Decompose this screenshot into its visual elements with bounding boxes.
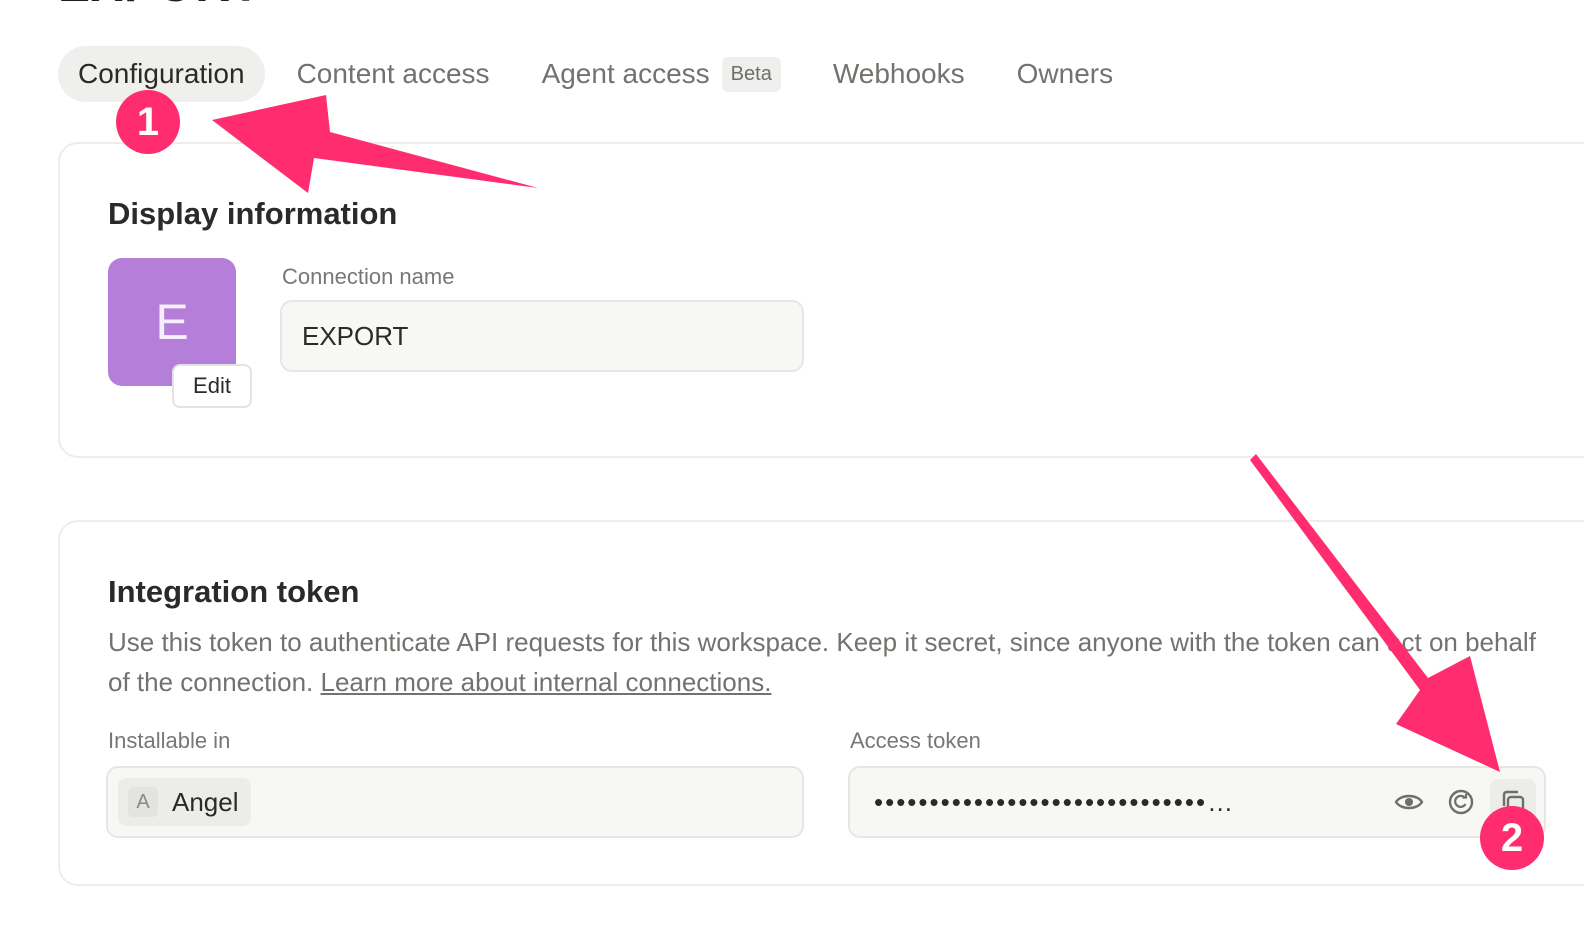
page: EXPORT Configuration Content access Agen…	[0, 0, 1584, 941]
annotation-badge-1: 1	[116, 90, 180, 154]
arrow-1-icon	[212, 95, 538, 193]
annotation-arrows	[212, 95, 1500, 772]
arrow-2-icon	[1250, 454, 1500, 772]
annotation-badge-2: 2	[1480, 806, 1544, 870]
